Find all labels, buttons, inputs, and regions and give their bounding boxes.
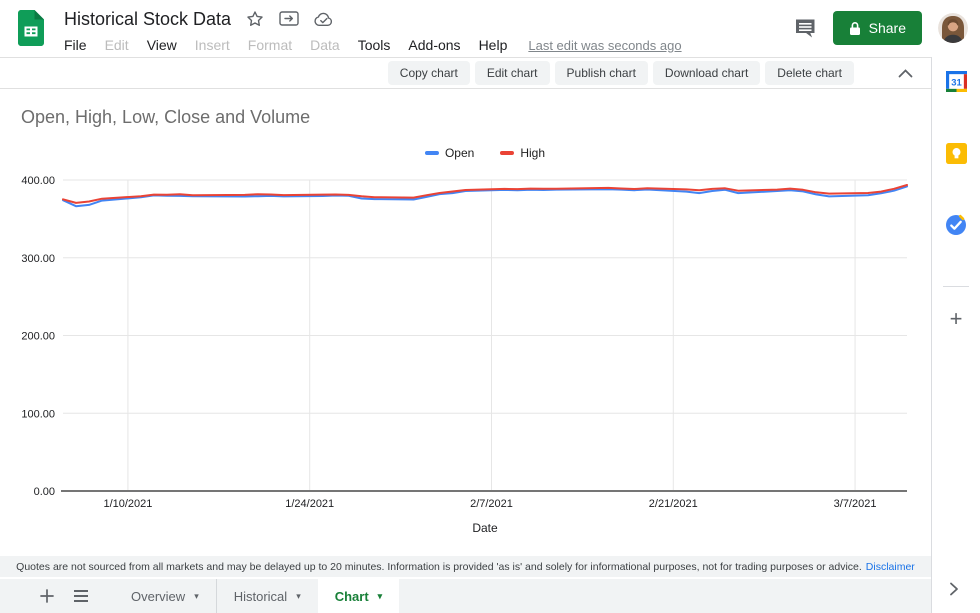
stock-line-chart: 0.00 100.00 200.00 300.00 400.00 1/10/2021 1/2…	[21, 175, 908, 535]
y-axis-tick-label: 400.00	[21, 175, 55, 187]
edit-chart-button[interactable]: Edit chart	[474, 61, 550, 85]
sheet-tab-chart[interactable]: Chart ▾	[317, 579, 400, 613]
share-button-label: Share	[868, 20, 906, 36]
move-to-folder-icon[interactable]	[279, 11, 299, 27]
menu-format: Format	[247, 37, 293, 53]
top-bar-right: Share	[794, 11, 968, 45]
y-axis-tick-label: 200.00	[21, 331, 55, 343]
tab-dropdown-arrow-icon[interactable]: ▾	[194, 591, 199, 602]
chart-canvas[interactable]: Open, High, Low, Close and Volume Open Hi…	[0, 90, 931, 556]
sheet-tab-bar: Overview ▾ Historical ▾ Chart ▾	[0, 579, 931, 613]
x-axis-tick-label: 2/7/2021	[470, 498, 513, 510]
menu-help[interactable]: Help	[470, 37, 517, 53]
svg-text:31: 31	[951, 77, 962, 88]
side-panel-divider	[943, 286, 969, 287]
y-axis-tick-label: 0.00	[34, 486, 55, 498]
google-calendar-icon[interactable]: 31	[945, 70, 967, 92]
sheet-tab-label: Overview	[131, 588, 186, 604]
y-axis-tick-label: 100.00	[21, 408, 55, 420]
side-panel: 31 +	[931, 57, 980, 613]
x-axis-tick-label: 2/21/2021	[649, 498, 698, 510]
menu-file[interactable]: File	[64, 37, 96, 53]
x-axis-tick-label: 3/7/2021	[834, 498, 877, 510]
y-axis-tick-label: 300.00	[21, 253, 55, 265]
disclaimer-text: Quotes are not sourced from all markets …	[16, 560, 862, 573]
comment-history-icon[interactable]	[794, 18, 817, 39]
share-button[interactable]: Share	[832, 11, 922, 45]
google-sheets-logo-icon[interactable]	[18, 10, 44, 51]
x-axis-tick-label: 1/10/2021	[103, 498, 152, 510]
x-axis-tick-label: 1/24/2021	[285, 498, 334, 510]
tab-dropdown-arrow-icon[interactable]: ▾	[378, 591, 383, 602]
google-keep-icon[interactable]	[945, 142, 967, 164]
tab-dropdown-arrow-icon[interactable]: ▾	[296, 591, 301, 602]
add-sheet-button[interactable]	[30, 579, 64, 613]
sheet-tab-label: Historical	[233, 588, 288, 604]
cloud-saved-icon[interactable]	[314, 12, 334, 27]
menu-insert: Insert	[194, 37, 230, 53]
menu-tools[interactable]: Tools	[349, 37, 400, 53]
delete-chart-button[interactable]: Delete chart	[765, 61, 854, 85]
google-tasks-icon[interactable]	[945, 214, 967, 236]
menu-view[interactable]: View	[138, 37, 186, 53]
hide-side-panel-button[interactable]	[947, 580, 961, 601]
collapse-toolbar-button[interactable]	[896, 67, 915, 80]
google-sheets-app: Historical Stock Data File Edit View Insert…	[0, 0, 980, 613]
get-add-ons-button[interactable]: +	[950, 308, 963, 330]
star-icon[interactable]	[246, 10, 264, 28]
menu-bar: File Edit View Insert Format Data Tools Add-ons…	[64, 34, 682, 56]
sheet-tab-overview[interactable]: Overview ▾	[114, 579, 216, 613]
disclaimer-link[interactable]: Disclaimer	[866, 561, 915, 573]
document-title[interactable]: Historical Stock Data	[64, 9, 231, 30]
sheet-tab-historical[interactable]: Historical ▾	[215, 579, 318, 613]
last-edit-link[interactable]: Last edit was seconds ago	[528, 38, 681, 53]
sheet-tab-label: Chart	[334, 588, 369, 604]
top-bar: Historical Stock Data File Edit View Insert…	[0, 0, 980, 57]
series-line-high	[62, 184, 908, 204]
menu-add-ons[interactable]: Add-ons	[399, 37, 469, 53]
x-axis-title: Date	[472, 521, 498, 535]
download-chart-button[interactable]: Download chart	[652, 61, 761, 85]
menu-edit: Edit	[104, 37, 129, 53]
all-sheets-menu-button[interactable]	[64, 579, 98, 613]
menu-data: Data	[310, 37, 340, 53]
user-avatar[interactable]	[938, 13, 968, 43]
sheet-tabs: Overview ▾ Historical ▾ Chart ▾	[114, 579, 400, 613]
quotes-disclaimer-bar: Quotes are not sourced from all markets …	[0, 556, 931, 577]
lock-icon	[849, 21, 861, 36]
copy-chart-button[interactable]: Copy chart	[387, 61, 470, 85]
title-block: Historical Stock Data File Edit View Insert…	[64, 6, 682, 56]
publish-chart-button[interactable]: Publish chart	[554, 61, 648, 85]
chart-toolbar: Copy chart Edit chart Publish chart Downloa…	[0, 57, 931, 89]
